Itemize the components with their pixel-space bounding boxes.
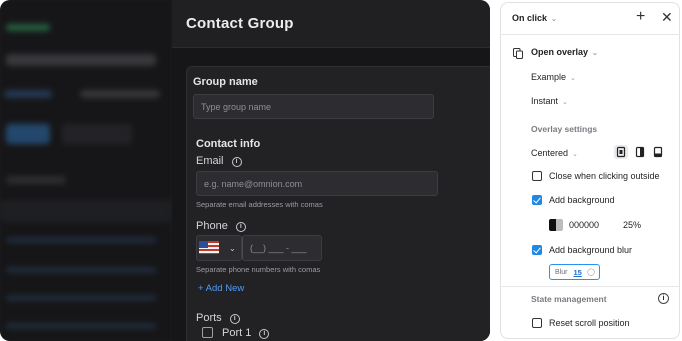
position-bottom-icon[interactable] <box>651 145 665 159</box>
chevron-down-icon: ⌄ <box>562 99 568 106</box>
overlay-action-icon <box>513 46 523 59</box>
ports-info-icon[interactable]: i <box>229 314 240 324</box>
action-select[interactable]: Open overlay ⌄ <box>531 47 598 57</box>
phone-info-icon[interactable]: i <box>235 222 246 232</box>
group-name-input[interactable]: Type group name <box>193 94 434 119</box>
close-when-clicking-outside-checkbox[interactable] <box>532 171 542 181</box>
destination-label: Example <box>531 72 567 82</box>
chevron-down-icon: ⌄ <box>229 243 236 253</box>
state-management-heading: State management <box>531 294 607 304</box>
reset-scroll-position-checkbox[interactable] <box>532 318 542 328</box>
add-background-blur-label: Add background blur <box>549 245 633 255</box>
state-management-info-icon[interactable]: i <box>658 293 669 304</box>
animation-label: Instant <box>531 96 559 106</box>
animation-select[interactable]: Instant ⌄ <box>531 96 568 106</box>
divider <box>500 286 680 287</box>
add-icon[interactable]: + <box>636 8 645 26</box>
port-1-info-icon[interactable]: i <box>259 329 270 339</box>
ports-label-text: Ports <box>196 312 222 324</box>
add-background-checkbox[interactable] <box>532 195 542 205</box>
trigger-label: On click <box>512 13 548 23</box>
add-background-blur-checkbox[interactable] <box>532 245 542 255</box>
phone-label: Phone i <box>196 220 246 232</box>
add-new-link[interactable]: + Add New <box>198 283 244 294</box>
add-background-label: Add background <box>549 195 615 205</box>
contact-info-label: Contact info <box>196 138 261 150</box>
position-center-icon[interactable] <box>614 145 628 159</box>
chevron-down-icon: ⌄ <box>572 151 578 158</box>
close-icon[interactable]: ✕ <box>661 9 673 26</box>
background-color-swatch[interactable] <box>549 219 563 231</box>
destination-select[interactable]: Example ⌄ <box>531 72 576 82</box>
phone-hint: Separate phone numbers with comas <box>196 265 321 274</box>
reset-scroll-position-label: Reset scroll position <box>549 318 630 328</box>
port-1-label-text: Port 1 <box>222 327 252 339</box>
email-input[interactable]: e.g. name@omnion.com <box>196 171 438 196</box>
position-side-icon[interactable] <box>633 145 647 159</box>
chevron-down-icon: ⌄ <box>551 16 557 23</box>
position-select[interactable]: Centered ⌄ <box>531 148 578 158</box>
port-1-label: Port 1 i <box>222 327 270 339</box>
divider <box>500 34 680 35</box>
email-info-icon[interactable]: i <box>231 157 242 167</box>
ports-label: Ports i <box>196 312 240 324</box>
background-color-value[interactable]: 000000 <box>569 220 599 230</box>
blur-amount-input[interactable]: Blur 15 ◯ <box>549 264 600 280</box>
trigger-select[interactable]: On click ⌄ <box>512 13 557 23</box>
email-label-text: Email <box>196 155 224 167</box>
prototype-canvas: Contact Group Group name Type group name… <box>0 0 490 341</box>
modal-title: Contact Group <box>186 15 294 32</box>
action-label: Open overlay <box>531 47 589 57</box>
group-name-label: Group name <box>193 76 258 88</box>
overlay-settings-heading: Overlay settings <box>531 124 598 134</box>
email-label: Email i <box>196 155 242 167</box>
blur-input-value: 15 <box>573 267 582 277</box>
blur-radius-icon: ◯ <box>587 269 595 276</box>
background-opacity-value[interactable]: 25% <box>623 220 641 230</box>
phone-label-text: Phone <box>196 220 228 232</box>
chevron-down-icon: ⌄ <box>570 75 576 82</box>
email-hint: Separate email addresses with comas <box>196 200 323 209</box>
blurred-background-page <box>0 0 172 341</box>
chevron-down-icon: ⌄ <box>592 50 598 57</box>
us-flag-icon <box>199 241 219 254</box>
blur-input-label: Blur <box>555 268 568 276</box>
close-when-clicking-outside-label: Close when clicking outside <box>549 171 660 181</box>
port-1-checkbox[interactable] <box>202 327 213 338</box>
position-label: Centered <box>531 148 569 158</box>
phone-input[interactable]: (__) ___ - ___ <box>242 235 322 261</box>
